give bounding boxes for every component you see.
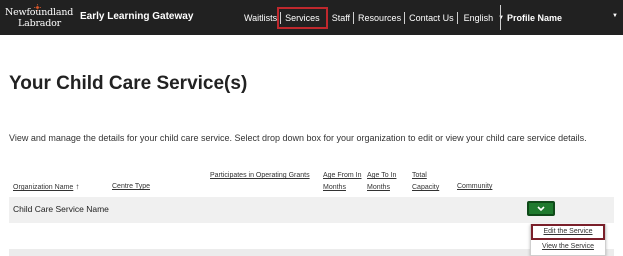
- organization-name-cell: Child Care Service Name: [13, 204, 109, 214]
- app-title: Early Learning Gateway: [80, 11, 194, 22]
- column-header-centre-type[interactable]: Centre Type: [112, 181, 150, 192]
- caret-down-icon: ▼: [612, 13, 618, 19]
- edit-service-menu-item[interactable]: Edit the Service: [531, 224, 605, 240]
- service-actions-menu: Edit the Service View the Service: [530, 224, 606, 256]
- table-row: Child Care Service Name: [9, 197, 614, 223]
- page-description: View and manage the details for your chi…: [9, 133, 587, 143]
- page-title: Your Child Care Service(s): [9, 73, 248, 94]
- service-actions-dropdown-button[interactable]: [527, 201, 555, 216]
- language-label: English: [463, 13, 494, 23]
- logo-text-line1: Newfoundland: [5, 7, 74, 18]
- column-header-organization-name[interactable]: Organization Name ↑: [13, 181, 79, 193]
- nav-resources[interactable]: Resources: [354, 11, 406, 25]
- top-navigation-bar: Newfoundland Labrador Early Learning Gat…: [0, 0, 623, 35]
- column-header-age-from[interactable]: Age From In Months: [323, 170, 363, 194]
- arrow-up-icon: ↑: [75, 182, 80, 191]
- column-header-total-capacity[interactable]: Total Capacity: [412, 170, 446, 194]
- nl-government-logo[interactable]: Newfoundland Labrador: [5, 4, 74, 32]
- logo-text-line2: Labrador: [18, 18, 62, 29]
- column-header-operating-grants[interactable]: Participates in Operating Grants: [210, 170, 310, 182]
- chevron-down-icon: [537, 205, 545, 211]
- nav-services[interactable]: Services: [277, 7, 328, 29]
- main-nav: Waitlists Services Staff Resources Conta…: [240, 7, 512, 29]
- nav-staff[interactable]: Staff: [328, 11, 355, 25]
- nav-waitlists[interactable]: Waitlists: [240, 11, 282, 25]
- profile-name: Profile Name: [507, 12, 563, 23]
- nav-contact-us[interactable]: Contact Us: [405, 11, 458, 25]
- column-label: Organization Name: [13, 184, 74, 191]
- column-header-community[interactable]: Community: [457, 181, 492, 192]
- column-header-age-to[interactable]: Age To In Months: [367, 170, 405, 194]
- profile-menu[interactable]: Profile Name ▼: [500, 5, 622, 30]
- table-row-next: [9, 249, 614, 256]
- view-service-menu-item[interactable]: View the Service: [533, 241, 603, 253]
